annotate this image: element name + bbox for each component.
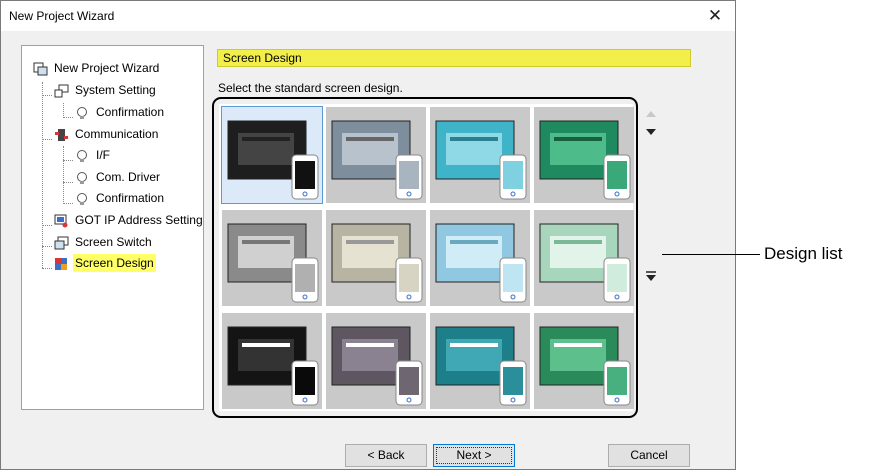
design-preview	[331, 120, 423, 200]
wizard-icon	[33, 62, 48, 76]
design-list-scrollbar[interactable]	[641, 105, 663, 410]
design-preview	[227, 326, 319, 406]
design-preview	[435, 223, 527, 303]
design-thumbnail[interactable]	[534, 107, 634, 203]
tree-item-screen-design[interactable]: Screen Design	[54, 254, 156, 272]
design-preview	[331, 326, 423, 406]
design-preview	[435, 120, 527, 200]
tree-line	[42, 82, 43, 268]
callout-line	[662, 254, 760, 255]
design-thumbnail[interactable]	[326, 313, 426, 409]
design-preview	[539, 120, 631, 200]
lightbulb-icon	[75, 192, 90, 206]
design-preview	[227, 223, 319, 303]
design-thumbnail[interactable]	[430, 210, 530, 306]
tree-line	[63, 160, 73, 161]
cancel-button[interactable]: Cancel	[608, 444, 690, 467]
lightbulb-icon	[75, 171, 90, 185]
design-thumbnail[interactable]	[326, 210, 426, 306]
tree-item-system-setting[interactable]: System Setting	[54, 81, 158, 99]
title-bar: New Project Wizard ✕	[1, 1, 735, 31]
tree-line	[42, 139, 52, 140]
design-thumbnail[interactable]	[326, 107, 426, 203]
wizard-step-tree: New Project Wizard System Setting Confir…	[21, 45, 204, 410]
tree-item-got-ip-address-setting[interactable]: GOT IP Address Setting	[54, 211, 205, 229]
system-setting-icon	[54, 84, 69, 98]
screen-design-icon	[54, 257, 69, 271]
lightbulb-icon	[75, 106, 90, 120]
scroll-down-icon[interactable]	[646, 129, 656, 135]
ip-address-icon	[54, 214, 69, 228]
tree-item-if[interactable]: I/F	[75, 146, 112, 164]
tree-line	[63, 117, 73, 118]
tree-item-new-project-wizard[interactable]: New Project Wizard	[33, 59, 161, 77]
tree-line	[42, 268, 52, 269]
tree-line	[63, 203, 73, 204]
design-thumbnail[interactable]	[430, 313, 530, 409]
design-thumbnail[interactable]	[534, 210, 634, 306]
back-button[interactable]: < Back	[345, 444, 427, 467]
tree-item-com-driver[interactable]: Com. Driver	[75, 168, 162, 186]
tree-line	[42, 225, 52, 226]
design-preview	[539, 223, 631, 303]
design-preview	[539, 326, 631, 406]
selected-item-label: Screen Design	[73, 254, 156, 272]
new-project-wizard-dialog: New Project Wizard ✕ New Project Wizard …	[0, 0, 736, 470]
window-title: New Project Wizard	[9, 9, 115, 23]
design-preview	[227, 120, 319, 200]
tree-line	[42, 246, 52, 247]
design-thumbnail[interactable]	[222, 313, 322, 409]
tree-item-communication[interactable]: Communication	[54, 125, 160, 143]
design-preview	[435, 326, 527, 406]
design-preview	[331, 223, 423, 303]
design-thumbnail[interactable]	[534, 313, 634, 409]
communication-icon	[54, 128, 69, 142]
design-thumbnail[interactable]	[221, 106, 323, 204]
tree-line	[63, 146, 64, 204]
page-header: Screen Design	[217, 49, 691, 67]
page-down-icon[interactable]	[646, 271, 656, 283]
close-icon[interactable]: ✕	[703, 5, 727, 27]
scroll-up-icon[interactable]	[646, 111, 656, 117]
tree-item-screen-switch[interactable]: Screen Switch	[54, 233, 154, 251]
tree-line	[63, 103, 64, 118]
tree-item-confirmation-1[interactable]: Confirmation	[75, 103, 166, 121]
instruction-text: Select the standard screen design.	[218, 81, 403, 95]
tree-line	[63, 182, 73, 183]
lightbulb-icon	[75, 149, 90, 163]
tree-item-confirmation-2[interactable]: Confirmation	[75, 189, 166, 207]
next-button[interactable]: Next >	[433, 444, 515, 467]
tree-line	[42, 95, 52, 96]
callout-label: Design list	[764, 244, 843, 263]
design-thumbnail[interactable]	[430, 107, 530, 203]
design-list	[219, 104, 634, 411]
design-thumbnail[interactable]	[222, 210, 322, 306]
focus-rect	[436, 447, 512, 464]
screen-switch-icon	[54, 236, 69, 250]
